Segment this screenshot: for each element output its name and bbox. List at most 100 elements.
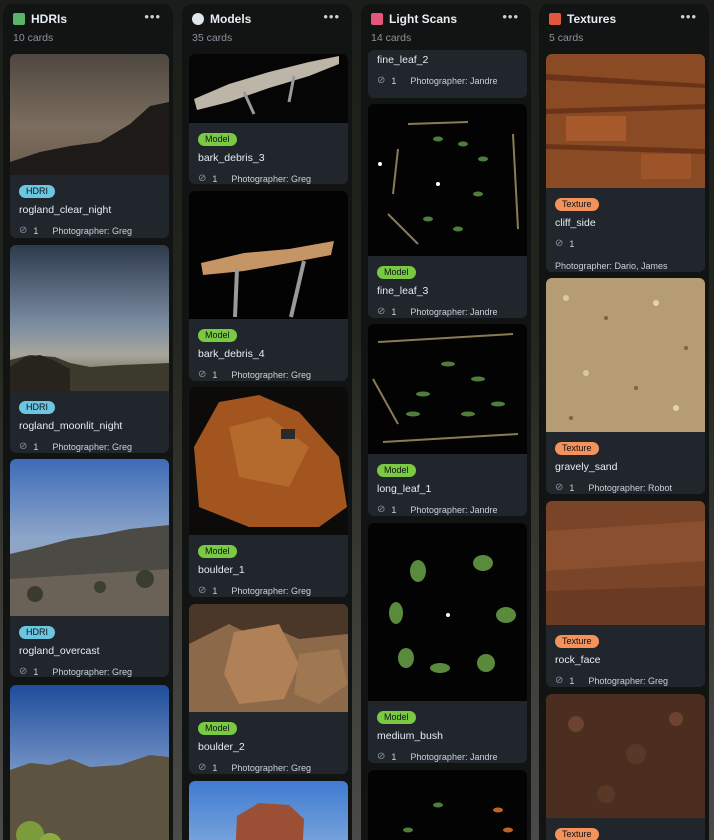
attachment-count: 1: [33, 666, 39, 677]
card-title: rock_face: [555, 654, 601, 666]
card-model-partial[interactable]: [189, 781, 348, 840]
attachment-count: 1: [33, 441, 39, 452]
photographer: Photographer: Greg: [52, 225, 132, 236]
label-texture[interactable]: Texture: [555, 442, 599, 455]
card-hdri-partial[interactable]: [10, 685, 169, 840]
brick-icon: [549, 13, 561, 25]
card-thumbnail: [368, 770, 527, 840]
card-thumbnail: [189, 387, 348, 535]
label-model[interactable]: Model: [377, 464, 416, 477]
card-thumbnail: [10, 54, 169, 175]
paperclip-icon: ⊘: [198, 173, 207, 184]
card-thumbnail: [368, 104, 527, 256]
photographer: Photographer: Jandre: [410, 306, 498, 317]
card-rock-face[interactable]: Texture rock_face ⊘ 1 Photographer: Greg: [546, 501, 705, 687]
paperclip-icon: ⊘: [198, 369, 207, 380]
card-boulder-1[interactable]: Model boulder_1 ⊘ 1 Photographer: Greg: [189, 387, 348, 597]
label-model[interactable]: Model: [198, 329, 237, 342]
attachment-count: 1: [212, 173, 218, 184]
card-thumbnail: [189, 191, 348, 319]
card-count: 5 cards: [549, 32, 584, 44]
card-thumbnail: [368, 523, 527, 701]
paperclip-icon: ⊘: [555, 482, 564, 493]
label-model[interactable]: Model: [198, 545, 237, 558]
attachment-count: 1: [391, 75, 397, 86]
label-model[interactable]: Model: [377, 266, 416, 279]
paperclip-icon: ⊘: [377, 306, 386, 317]
card-boulder-2[interactable]: Model boulder_2 ⊘ 1 Photographer: Greg: [189, 604, 348, 774]
column-header: Textures 5 cards •••: [539, 4, 709, 54]
photographer: Photographer: Greg: [231, 762, 311, 773]
label-texture[interactable]: Texture: [555, 635, 599, 648]
column-menu-button[interactable]: •••: [680, 9, 697, 24]
column-models: Models 35 cards ••• Model bark_debris_3: [182, 4, 352, 840]
card-count: 10 cards: [13, 32, 54, 44]
card-medium-bush[interactable]: Model medium_bush ⊘ 1 Photographer: Jand…: [368, 523, 527, 763]
label-texture[interactable]: Texture: [555, 198, 599, 211]
card-rogland-clear-night[interactable]: HDRI rogland_clear_night ⊘ 1 Photographe…: [10, 54, 169, 238]
card-title: fine_leaf_2: [377, 54, 429, 66]
attachment-count: 1: [212, 762, 218, 773]
card-count: 14 cards: [371, 32, 412, 44]
board: HDRIs 10 cards ••• HDRI rogland_clear_ni…: [0, 0, 714, 840]
column-menu-button[interactable]: •••: [502, 9, 519, 24]
attachment-count: 1: [391, 504, 397, 515]
card-texture-partial[interactable]: Texture: [546, 694, 705, 840]
card-count: 35 cards: [192, 32, 233, 44]
column-title: Textures: [567, 12, 617, 26]
label-model[interactable]: Model: [198, 722, 237, 735]
card-fine-leaf-3[interactable]: Model fine_leaf_3 ⊘ 1 Photographer: Jand…: [368, 104, 527, 318]
card-thumbnail: [546, 54, 705, 188]
photographer: Photographer: Robot: [588, 482, 672, 493]
card-thumbnail: [189, 604, 348, 712]
card-gravely-sand[interactable]: Texture gravely_sand ⊘ 1 Photographer: R…: [546, 278, 705, 494]
card-thumbnail: [10, 245, 169, 391]
paperclip-icon: ⊘: [377, 751, 386, 762]
card-thumbnail: [10, 459, 169, 616]
card-title: rogland_overcast: [19, 645, 100, 657]
flag-icon: [371, 13, 383, 25]
card-thumbnail: [10, 685, 169, 840]
label-model[interactable]: Model: [198, 133, 237, 146]
card-thumbnail: [189, 54, 348, 123]
card-title: rogland_moonlit_night: [19, 420, 123, 432]
paperclip-icon: ⊘: [19, 441, 28, 452]
attachment-count: 1: [569, 238, 575, 249]
attachment-count: 1: [33, 225, 39, 236]
column-menu-button[interactable]: •••: [144, 9, 161, 24]
label-hdri[interactable]: HDRI: [19, 185, 55, 198]
card-bark-debris-4[interactable]: Model bark_debris_4 ⊘ 1 Photographer: Gr…: [189, 191, 348, 381]
card-title: fine_leaf_3: [377, 285, 429, 297]
card-bark-debris-3[interactable]: Model bark_debris_3 ⊘ 1 Photographer: Gr…: [189, 54, 348, 184]
card-title: rogland_clear_night: [19, 204, 112, 216]
attachment-count: 1: [569, 675, 575, 686]
label-hdri[interactable]: HDRI: [19, 401, 55, 414]
card-cliff-side[interactable]: Texture cliff_side ⊘ 1 Photographer: Dar…: [546, 54, 705, 272]
card-thumbnail: [546, 278, 705, 432]
card-title: gravely_sand: [555, 461, 618, 473]
attachment-count: 1: [391, 306, 397, 317]
paperclip-icon: ⊘: [19, 225, 28, 236]
card-fine-leaf-2[interactable]: fine_leaf_2 ⊘ 1 Photographer: Jandre: [368, 50, 527, 98]
card-long-leaf-1[interactable]: Model long_leaf_1 ⊘ 1 Photographer: Jand…: [368, 324, 527, 516]
card-title: cliff_side: [555, 217, 596, 229]
paperclip-icon: ⊘: [198, 762, 207, 773]
column-menu-button[interactable]: •••: [323, 9, 340, 24]
paperclip-icon: ⊘: [19, 666, 28, 677]
photographer: Photographer: Jandre: [410, 751, 498, 762]
paperclip-icon: ⊘: [377, 75, 386, 86]
label-texture[interactable]: Texture: [555, 828, 599, 840]
card-rogland-overcast[interactable]: HDRI rogland_overcast ⊘ 1 Photographer: …: [10, 459, 169, 677]
card-rogland-moonlit-night[interactable]: HDRI rogland_moonlit_night ⊘ 1 Photograp…: [10, 245, 169, 453]
cloud-icon: [192, 13, 204, 25]
column-header: HDRIs 10 cards •••: [3, 4, 173, 54]
card-title: boulder_2: [198, 741, 245, 753]
card-scan-partial[interactable]: [368, 770, 527, 840]
label-model[interactable]: Model: [377, 711, 416, 724]
label-hdri[interactable]: HDRI: [19, 626, 55, 639]
photographer: Photographer: Jandre: [410, 504, 498, 515]
photographer: Photographer: Greg: [231, 369, 311, 380]
column-title: HDRIs: [31, 12, 68, 26]
attachment-count: 1: [212, 585, 218, 596]
card-title: bark_debris_4: [198, 348, 265, 360]
